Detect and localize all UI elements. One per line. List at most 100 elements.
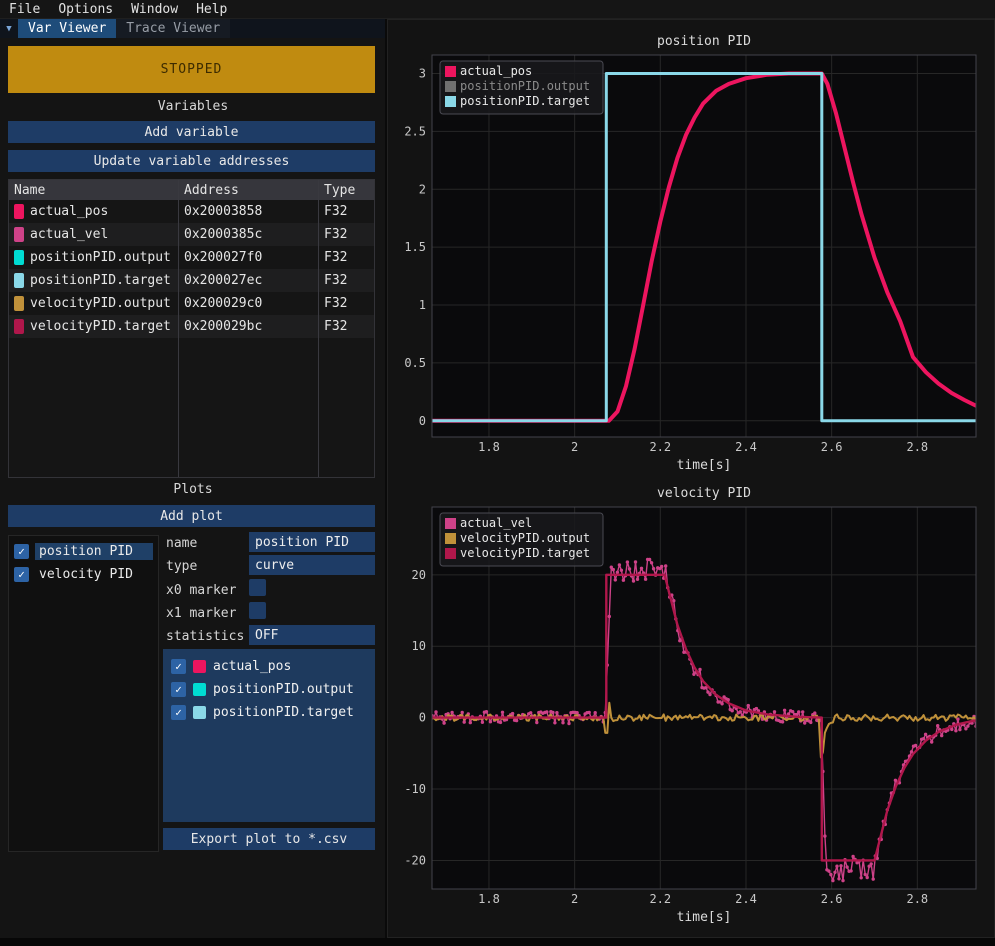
plot-type-select[interactable]: curve [249, 555, 375, 575]
table-filler [179, 338, 319, 477]
plot-visible-checkbox[interactable]: ✓ [14, 544, 29, 559]
position-pid-chart[interactable]: 1.822.22.42.62.800.511.522.53position PI… [394, 27, 986, 475]
plot-type-value: curve [255, 558, 294, 573]
table-filler [319, 338, 374, 477]
var-color-swatch[interactable] [14, 319, 24, 334]
svg-text:positionPID.output: positionPID.output [460, 79, 590, 93]
window-bottom-edge [0, 938, 995, 946]
var-color-swatch[interactable] [14, 204, 24, 219]
var-name-cell[interactable]: actual_vel [9, 223, 179, 246]
var-address-cell[interactable]: 0x200029bc [179, 315, 319, 338]
var-name-cell[interactable]: positionPID.output [9, 246, 179, 269]
var-name-label: positionPID.output [30, 250, 171, 265]
svg-text:velocityPID.output: velocityPID.output [460, 531, 590, 545]
add-variable-button[interactable]: Add variable [8, 121, 375, 143]
var-type-cell[interactable]: F32 [319, 246, 374, 269]
svg-text:2.2: 2.2 [649, 440, 671, 454]
svg-text:10: 10 [412, 639, 426, 653]
plot-visible-checkbox[interactable]: ✓ [14, 567, 29, 582]
column-header-address: Address [179, 180, 319, 200]
svg-text:time[s]: time[s] [677, 910, 732, 925]
plot-type-label: type [166, 559, 197, 574]
var-type-cell[interactable]: F32 [319, 200, 374, 223]
series-color-swatch[interactable] [193, 683, 206, 696]
var-name-cell[interactable]: velocityPID.target [9, 315, 179, 338]
var-address-cell[interactable]: 0x200027ec [179, 269, 319, 292]
var-type-cell[interactable]: F32 [319, 292, 374, 315]
add-plot-button[interactable]: Add plot [8, 505, 375, 527]
svg-text:20: 20 [412, 568, 426, 582]
var-address-cell[interactable]: 0x200027f0 [179, 246, 319, 269]
plot-list: ✓position PID✓velocity PID [8, 535, 159, 852]
svg-text:2.6: 2.6 [821, 892, 843, 906]
plot-list-label: velocity PID [35, 566, 153, 583]
statistics-toggle[interactable]: OFF [249, 625, 375, 645]
var-name-cell[interactable]: positionPID.target [9, 269, 179, 292]
svg-text:2.4: 2.4 [735, 440, 757, 454]
series-color-swatch[interactable] [193, 706, 206, 719]
x0-marker-checkbox[interactable] [249, 579, 266, 596]
svg-text:0.5: 0.5 [404, 356, 426, 370]
plot-name-input[interactable]: position PID [249, 532, 375, 552]
svg-text:2.2: 2.2 [649, 892, 671, 906]
x1-marker-checkbox[interactable] [249, 602, 266, 619]
var-name-label: velocityPID.target [30, 319, 171, 334]
svg-text:1.8: 1.8 [478, 892, 500, 906]
series-color-swatch[interactable] [193, 660, 206, 673]
plot-list-item-velocity-pid[interactable]: ✓ velocity PID [12, 563, 155, 586]
svg-text:velocityPID.target: velocityPID.target [460, 546, 590, 560]
svg-text:2.8: 2.8 [906, 440, 928, 454]
svg-text:1: 1 [419, 298, 426, 312]
var-viewer-panel: STOPPED Variables Add variable Update va… [0, 0, 386, 946]
svg-text:0: 0 [419, 711, 426, 725]
series-item-positionpid-target[interactable]: ✓positionPID.target [163, 701, 375, 724]
statistics-value: OFF [255, 628, 278, 643]
export-csv-button[interactable]: Export plot to *.csv [163, 828, 375, 850]
var-type-cell[interactable]: F32 [319, 223, 374, 246]
series-checkbox[interactable]: ✓ [171, 705, 186, 720]
var-name-label: velocityPID.output [30, 296, 171, 311]
var-name-cell[interactable]: velocityPID.output [9, 292, 179, 315]
var-address-cell[interactable]: 0x200029c0 [179, 292, 319, 315]
velocity-pid-chart[interactable]: 1.822.22.42.62.8-20-1001020velocity PIDt… [394, 479, 986, 927]
svg-text:1.8: 1.8 [478, 440, 500, 454]
svg-text:velocity PID: velocity PID [657, 486, 751, 501]
series-checkbox[interactable]: ✓ [171, 659, 186, 674]
series-checkbox[interactable]: ✓ [171, 682, 186, 697]
var-name-label: actual_pos [30, 204, 108, 219]
svg-text:2.8: 2.8 [906, 892, 928, 906]
var-color-swatch[interactable] [14, 227, 24, 242]
column-header-type: Type [319, 180, 374, 200]
var-address-cell[interactable]: 0x20003858 [179, 200, 319, 223]
svg-text:actual_vel: actual_vel [460, 516, 532, 530]
plot-name-label: name [166, 536, 197, 551]
plot-series-list: ✓ actual_pos ✓ positionPID.output ✓positionP… [163, 649, 375, 822]
var-name-cell[interactable]: actual_pos [9, 200, 179, 223]
var-name-label: actual_vel [30, 227, 108, 242]
svg-text:time[s]: time[s] [677, 458, 732, 473]
variables-table: NameAddressTypeactual_pos0x20003858F32ac… [8, 179, 375, 478]
var-color-swatch[interactable] [14, 273, 24, 288]
svg-text:actual_pos: actual_pos [460, 64, 532, 78]
var-color-swatch[interactable] [14, 250, 24, 265]
svg-text:position PID: position PID [657, 34, 751, 49]
table-filler [9, 338, 179, 477]
var-type-cell[interactable]: F32 [319, 315, 374, 338]
series-item-actual-pos[interactable]: ✓ actual_pos [163, 655, 375, 678]
series-item-positionpid-output[interactable]: ✓ positionPID.output [163, 678, 375, 701]
series-label: actual_pos [213, 659, 291, 674]
var-color-swatch[interactable] [14, 296, 24, 311]
svg-text:3: 3 [419, 67, 426, 81]
x1-marker-label: x1 marker [166, 606, 236, 621]
acquisition-status-button[interactable]: STOPPED [8, 46, 375, 93]
column-header-name: Name [9, 180, 179, 200]
update-variable-addresses-button[interactable]: Update variable addresses [8, 150, 375, 172]
plot-list-item-position-pid[interactable]: ✓position PID [12, 540, 155, 563]
svg-text:1.5: 1.5 [404, 240, 426, 254]
var-type-cell[interactable]: F32 [319, 269, 374, 292]
plots-section-header: Plots [0, 482, 386, 497]
series-label: positionPID.output [213, 682, 354, 697]
var-address-cell[interactable]: 0x2000385c [179, 223, 319, 246]
svg-text:2: 2 [571, 892, 578, 906]
var-name-label: positionPID.target [30, 273, 171, 288]
